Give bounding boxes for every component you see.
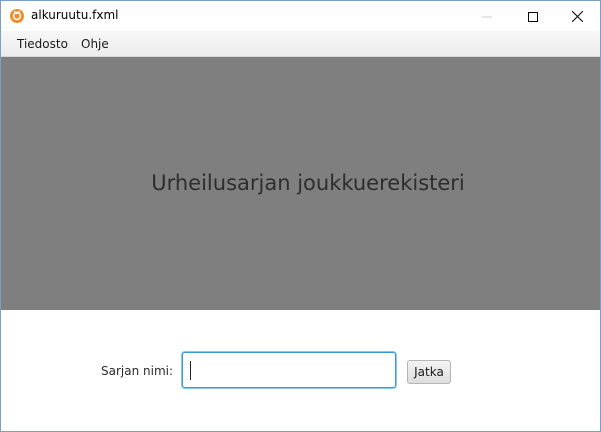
close-button[interactable] [554,1,600,31]
app-logo-icon [9,8,25,24]
banner-title: Urheilusarjan joukkuerekisteri [151,171,465,195]
title-bar[interactable]: alkuruutu.fxml [1,1,600,31]
menu-help[interactable]: Ohje [81,37,109,51]
close-icon [571,7,583,26]
window-title: alkuruutu.fxml [31,8,119,22]
maximize-icon [528,7,538,26]
app-window: alkuruutu.fxml Tiedosto Ohje Urheilusarj… [0,0,601,432]
continue-button[interactable]: Jatka [407,360,451,384]
minimize-button[interactable] [464,1,510,31]
series-name-label: Sarjan nimi: [101,364,174,378]
menu-file[interactable]: Tiedosto [17,37,68,51]
header-banner: Urheilusarjan joukkuerekisteri [1,57,600,310]
text-caret [190,361,191,380]
maximize-button[interactable] [510,1,556,31]
series-name-input[interactable] [182,352,396,388]
menu-bar: Tiedosto Ohje [1,31,600,57]
minimize-icon [482,7,492,26]
